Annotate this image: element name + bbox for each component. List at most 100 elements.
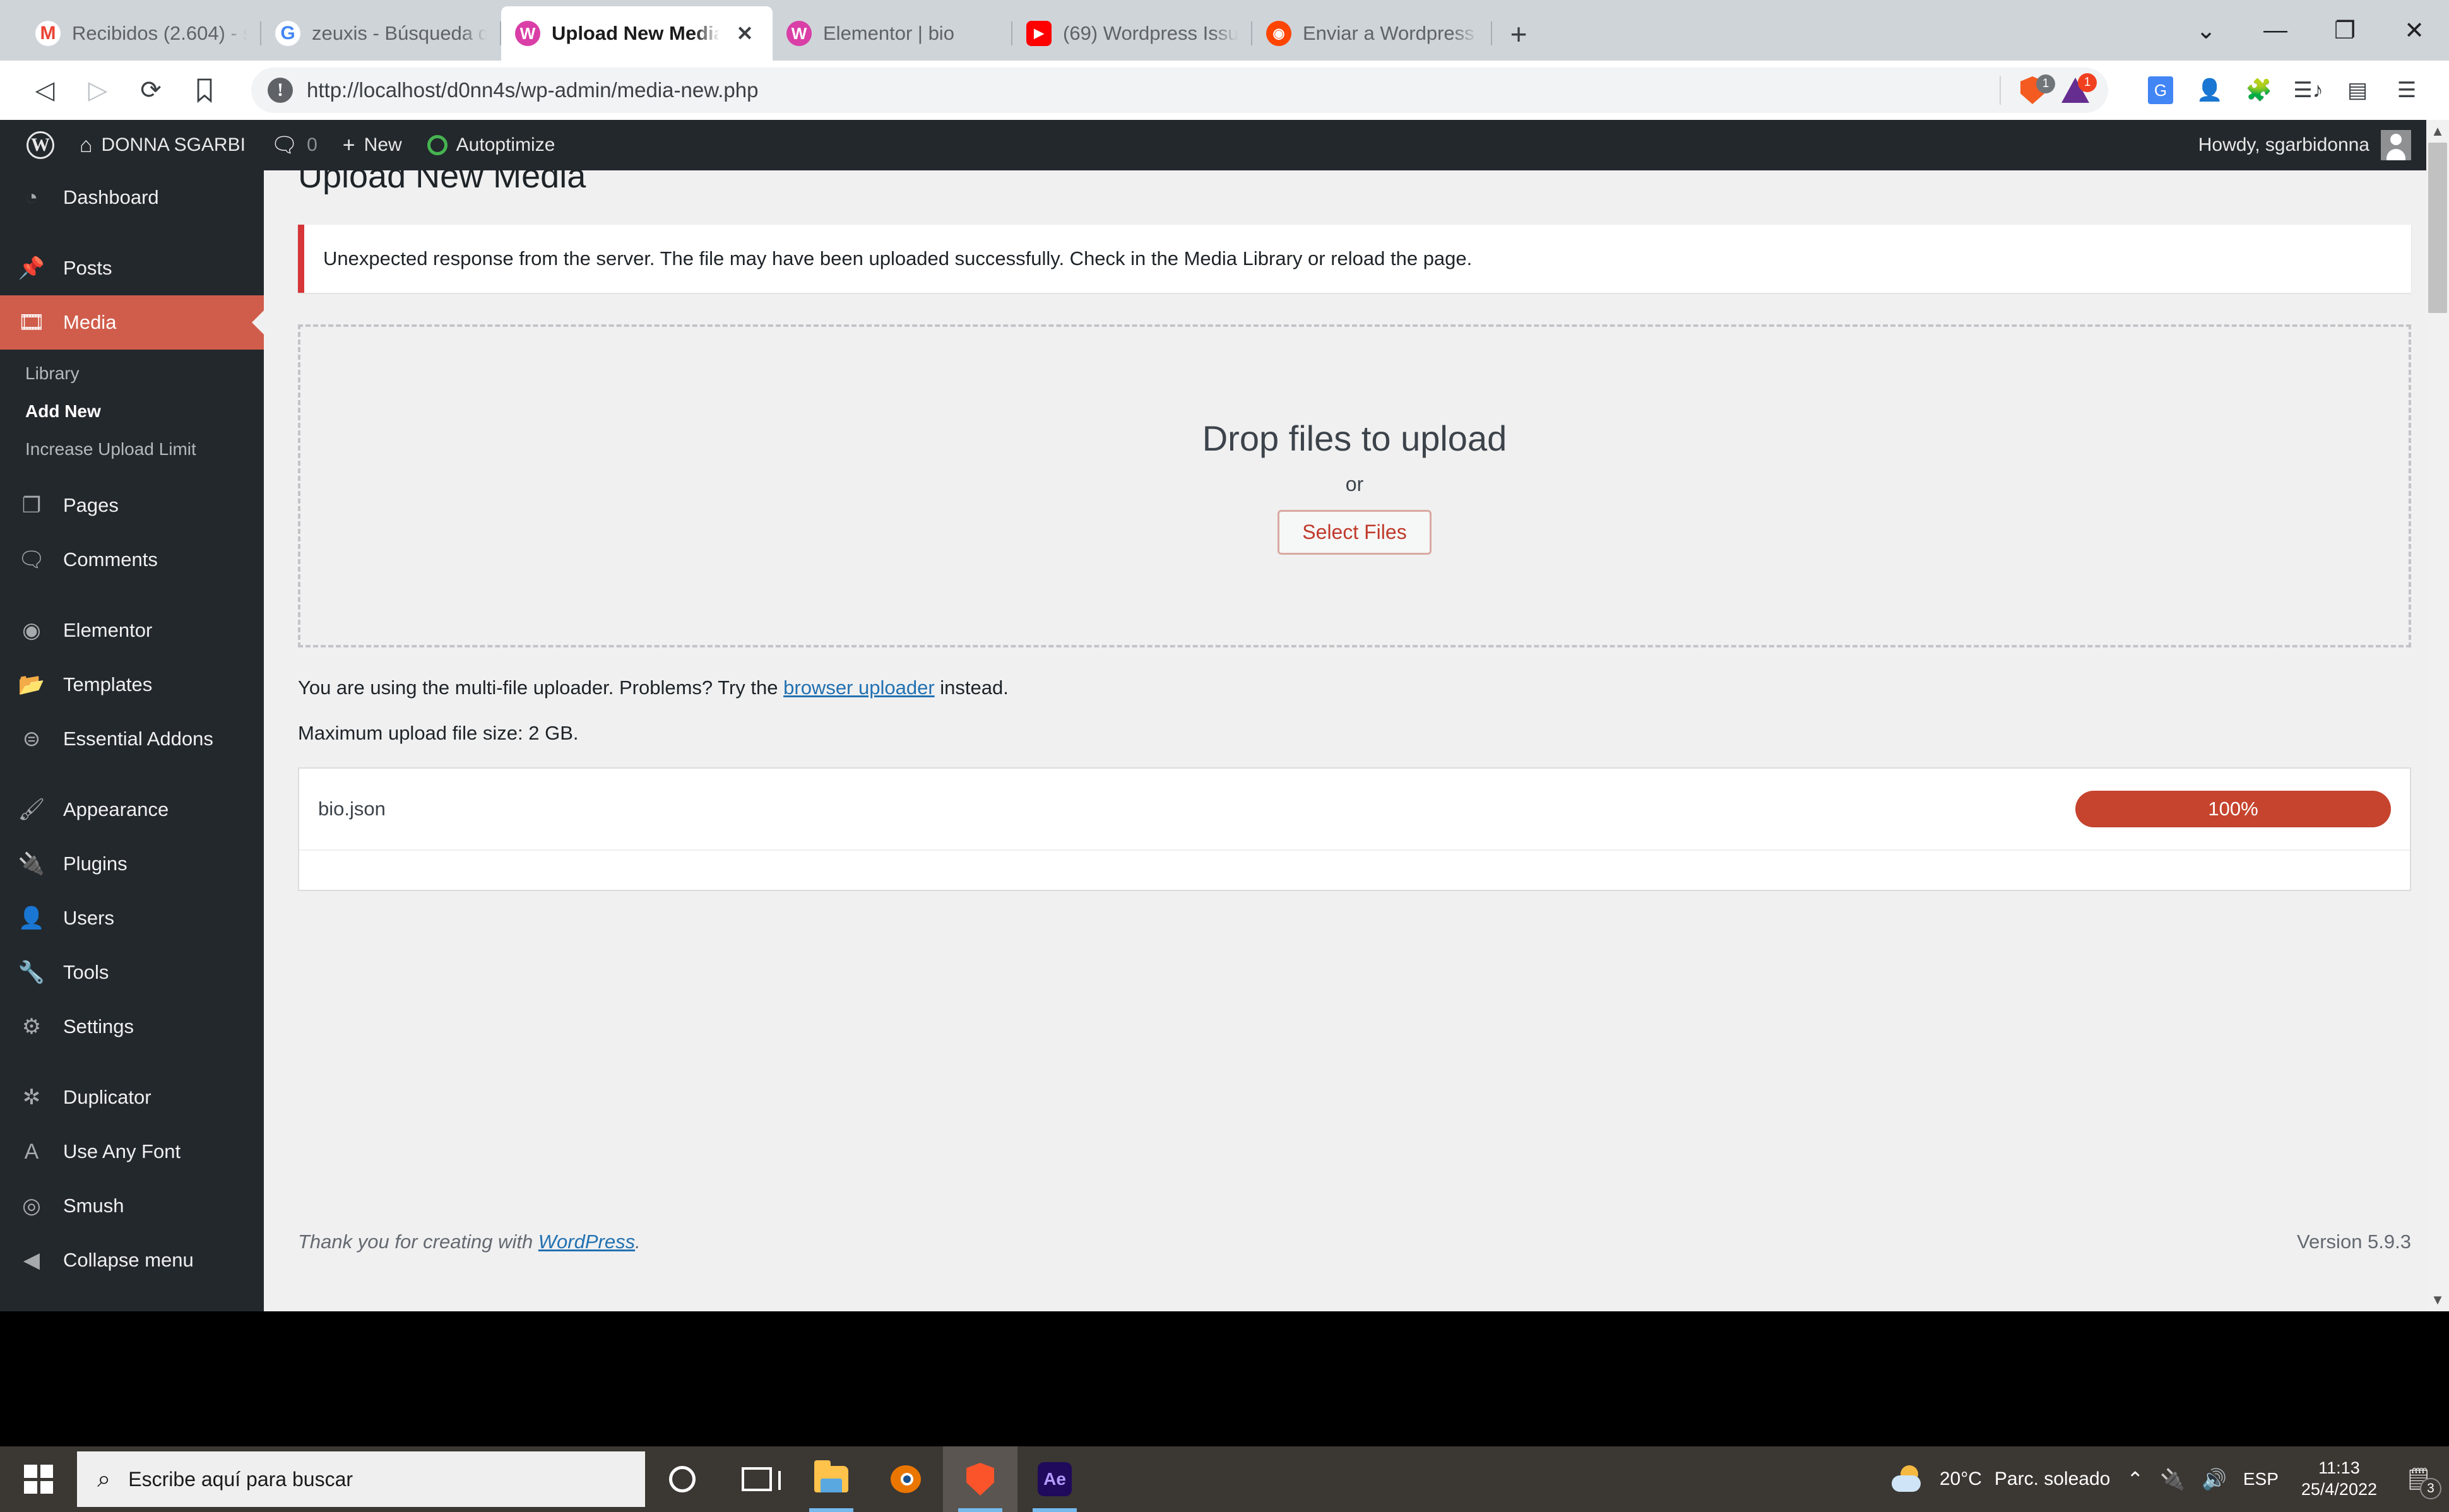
scroll-up-icon[interactable]: ▲ (2426, 120, 2449, 143)
wallet-icon[interactable]: ▤ (2337, 69, 2378, 111)
minimize-button[interactable]: — (2241, 0, 2310, 61)
sidebar-item-use-any-font[interactable]: A Use Any Font (0, 1125, 264, 1179)
puzzle-extension-icon[interactable]: 🧩 (2238, 69, 2280, 111)
site-name-menu[interactable]: ⌂ DONNA SGARBI (67, 120, 258, 170)
sidebar-item-settings[interactable]: ⚙ Settings (0, 1000, 264, 1054)
essential-addons-icon: ⊜ (22, 727, 41, 751)
sidebar-item-posts[interactable]: 📌 Posts (0, 241, 264, 295)
error-notice: Unexpected response from the server. The… (298, 225, 2411, 293)
file-explorer-button[interactable] (794, 1446, 869, 1512)
dashboard-icon: ◔ (25, 185, 39, 210)
back-icon[interactable]: ◁ (21, 67, 68, 114)
task-view-button[interactable] (720, 1446, 794, 1512)
brave-button[interactable] (943, 1446, 1017, 1512)
sidebar-item-users[interactable]: 👤 Users (0, 891, 264, 945)
cortana-button[interactable] (645, 1446, 720, 1512)
select-files-button[interactable]: Select Files (1278, 509, 1432, 555)
browser-uploader-link[interactable]: browser uploader (783, 676, 935, 699)
scrollbar-thumb[interactable] (2428, 143, 2447, 313)
upload-filename: bio.json (318, 798, 386, 820)
sidebar-item-label: Settings (63, 1015, 134, 1037)
battery-plug-icon[interactable]: 🔌 (2160, 1467, 2185, 1491)
sidebar-subitem-add-new[interactable]: Add New (0, 393, 264, 430)
wordpress-link[interactable]: WordPress (538, 1231, 635, 1253)
sidebar-item-appearance[interactable]: 🖌 Appearance (0, 783, 264, 837)
close-window-button[interactable]: ✕ (2380, 0, 2449, 61)
account-menu[interactable]: Howdy, sgarbidonna (2198, 130, 2449, 160)
brave-icon (966, 1463, 994, 1496)
weather-widget[interactable]: 20°C Parc. soleado (1891, 1465, 2110, 1493)
address-bar[interactable]: ! http://localhost/d0nn4s/wp-admin/media… (251, 68, 2108, 113)
tab-title: Upload New Media ‹ DONNA (552, 22, 720, 44)
sidebar-item-label: Plugins (63, 853, 127, 875)
browser-tab-upload-new-media[interactable]: W Upload New Media ‹ DONNA ✕ (501, 6, 773, 61)
upload-progress-bar: 100% (2075, 791, 2391, 827)
brave-shields-icon[interactable]: 1 (2016, 74, 2055, 105)
url-text: http://localhost/d0nn4s/wp-admin/media-n… (307, 78, 759, 102)
start-button[interactable] (0, 1446, 77, 1512)
clock[interactable]: 11:13 25/4/2022 (2295, 1458, 2383, 1501)
autoptimize-icon (427, 135, 448, 155)
show-hidden-icons-chevron-up-icon[interactable]: ⌃ (2126, 1467, 2144, 1491)
new-content-menu[interactable]: + New (330, 120, 415, 170)
browser-toolbar: ◁ ▷ ⟳ ! http://localhost/d0nn4s/wp-admin… (0, 61, 2449, 120)
browser-tab-gmail[interactable]: M Recibidos (2.604) - sgarbidonna@ (21, 6, 261, 61)
bookmark-icon[interactable] (186, 68, 223, 113)
upload-dropzone[interactable]: Drop files to upload or Select Files (298, 324, 2411, 647)
howdy-label: Howdy, sgarbidonna (2198, 134, 2369, 155)
sidebar-item-templates[interactable]: 📂 Templates (0, 658, 264, 712)
youtube-icon: ▶ (1026, 21, 1052, 46)
sidebar-item-tools[interactable]: 🔧 Tools (0, 945, 264, 1000)
browser-tab-reddit[interactable]: ◉ Enviar a Wordpress (1252, 6, 1492, 61)
sidebar-subitem-increase-upload-limit[interactable]: Increase Upload Limit (0, 430, 264, 468)
dropzone-or-label: or (1345, 472, 1364, 495)
sidebar-item-elementor[interactable]: ◉ Elementor (0, 603, 264, 658)
system-tray: 20°C Parc. soleado ⌃ 🔌 🔊 ESP 11:13 25/4/… (1891, 1446, 2449, 1512)
comments-menu[interactable]: 🗨 0 (258, 120, 330, 170)
maximize-button[interactable]: ❐ (2310, 0, 2380, 61)
volume-icon[interactable]: 🔊 (2202, 1467, 2227, 1491)
sidebar-item-collapse-menu[interactable]: ◀ Collapse menu (0, 1233, 264, 1287)
sidebar-item-duplicator[interactable]: ✲ Duplicator (0, 1070, 264, 1125)
reload-icon[interactable]: ⟳ (127, 67, 174, 114)
new-label: New (364, 134, 402, 155)
sidebar-item-essential-addons[interactable]: ⊜ Essential Addons (0, 712, 264, 766)
sidebar-item-pages[interactable]: ❐ Pages (0, 478, 264, 533)
sidebar-item-smush[interactable]: ◎ Smush (0, 1179, 264, 1233)
error-notice-text: Unexpected response from the server. The… (323, 247, 1473, 269)
sidebar-item-media[interactable]: 🎞 Media (0, 295, 264, 350)
browser-tab-youtube[interactable]: ▶ (69) Wordpress Issue Unexpected (1012, 6, 1252, 61)
settings-icon: ⚙ (21, 1015, 42, 1039)
notification-center-button[interactable]: 🗒 3 (2400, 1462, 2441, 1499)
person-extension-icon[interactable]: 👤 (2189, 69, 2231, 111)
blender-button[interactable] (869, 1446, 943, 1512)
page-scrollbar[interactable]: ▲ ▼ (2426, 120, 2449, 1311)
browser-tab-google-search[interactable]: G zeuxis - Búsqueda de Google (261, 6, 501, 61)
sidebar-item-dashboard[interactable]: ◔ Dashboard (0, 170, 264, 225)
autoptimize-label: Autoptimize (456, 134, 555, 155)
pages-icon: ❐ (21, 493, 42, 517)
tab-search-icon[interactable]: ⌄ (2171, 0, 2241, 61)
browser-tab-elementor[interactable]: W Elementor | bio (773, 6, 1012, 61)
language-indicator[interactable]: ESP (2243, 1469, 2279, 1489)
taskbar-search-input[interactable]: ⌕ Escribe aquí para buscar (77, 1451, 645, 1507)
playlist-icon[interactable]: ☰♪ (2287, 69, 2329, 111)
scroll-down-icon[interactable]: ▼ (2426, 1289, 2449, 1311)
sidebar-subitem-library[interactable]: Library (0, 355, 264, 393)
duplicator-icon: ✲ (22, 1085, 41, 1109)
menu-icon[interactable]: ☰ (2386, 69, 2428, 111)
after-effects-button[interactable]: Ae (1017, 1446, 1092, 1512)
google-translate-icon[interactable]: G (2140, 69, 2181, 111)
new-tab-button[interactable]: + (1492, 8, 1545, 61)
forward-icon[interactable]: ▷ (74, 67, 121, 114)
site-info-icon[interactable]: ! (268, 78, 293, 103)
sidebar-item-comments[interactable]: 🗨 Comments (0, 533, 264, 587)
wp-logo-menu[interactable]: W (14, 120, 67, 170)
close-icon[interactable]: ✕ (731, 20, 759, 47)
sidebar-item-label: Templates (63, 673, 153, 695)
autoptimize-menu[interactable]: Autoptimize (415, 120, 568, 170)
bat-rewards-icon[interactable]: 1 (2059, 73, 2097, 105)
search-icon: ⌕ (97, 1465, 111, 1492)
sidebar-item-plugins[interactable]: 🔌 Plugins (0, 837, 264, 891)
sidebar-item-label: Media (63, 311, 117, 333)
